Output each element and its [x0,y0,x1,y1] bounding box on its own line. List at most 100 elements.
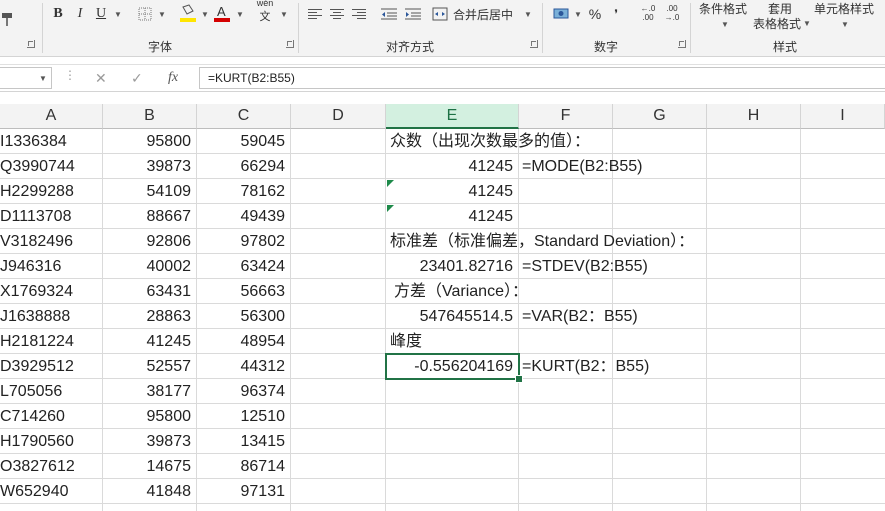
table-cell[interactable]: 39873 [103,429,197,454]
accounting-format-button[interactable] [552,3,572,25]
table-cell[interactable]: 88667 [103,204,197,229]
table-cell[interactable]: D3929512 [0,354,103,379]
align-left-button[interactable] [306,3,324,25]
alignment-launcher-icon[interactable] [530,40,538,48]
variance-value-cell[interactable]: 547645514.5 [386,304,519,329]
font-launcher-icon[interactable] [286,40,294,48]
table-cell[interactable]: 52557 [103,354,197,379]
table-cell[interactable]: 59045 [197,129,291,154]
fill-color-dropdown-icon[interactable]: ▼ [201,10,209,19]
increase-indent-button[interactable] [404,3,422,25]
font-color-button[interactable]: A [212,2,232,24]
table-cell[interactable]: 63424 [197,254,291,279]
table-cell[interactable]: 12510 [197,404,291,429]
format-painter-icon[interactable] [0,8,14,30]
comma-style-button[interactable]: ❜ [609,3,623,25]
column-header-f[interactable]: F [519,104,613,129]
name-box-dropdown-icon[interactable]: ▼ [39,74,47,83]
variance-label[interactable]: 方差（Variance）： [390,279,690,304]
column-header-d[interactable]: D [291,104,386,129]
cell-styles-button[interactable]: 单元格样式 [813,0,875,19]
borders-button[interactable] [136,3,154,25]
table-cell[interactable]: 40002 [103,254,197,279]
table-cell[interactable]: 28863 [103,304,197,329]
kurtosis-formula-cell[interactable]: =KURT(B2：B55) [518,354,718,379]
table-cell[interactable]: 86714 [197,454,291,479]
table-cell[interactable]: 13415 [197,429,291,454]
fill-handle[interactable] [515,375,523,383]
clipboard-launcher-icon[interactable] [27,40,35,48]
column-header-a[interactable]: A [0,104,103,129]
table-format-button[interactable]: 表格格式 [752,12,802,34]
increase-decimal-button[interactable]: ←.0.00 [638,2,658,24]
table-cell[interactable]: 41245 [103,329,197,354]
table-cell[interactable]: D1113708 [0,204,103,229]
table-cell[interactable]: 78162 [197,179,291,204]
font-color-dropdown-icon[interactable]: ▼ [236,10,244,19]
column-header-c[interactable]: C [197,104,291,129]
align-center-button[interactable] [328,3,346,25]
phonetic-guide-button[interactable]: wén 文 [254,0,276,23]
column-header-g[interactable]: G [613,104,707,129]
table-cell[interactable]: I1336384 [0,129,103,154]
column-header-h[interactable]: H [707,104,801,129]
conditional-format-dropdown-icon[interactable]: ▼ [721,20,729,29]
table-cell[interactable]: 66294 [197,154,291,179]
stdev-value-cell[interactable]: 23401.82716 [386,254,519,279]
conditional-format-button[interactable]: 条件格式 [698,0,748,19]
table-cell[interactable]: 39873 [103,154,197,179]
column-header-i[interactable]: I [801,104,885,129]
fill-color-button[interactable] [178,2,198,24]
table-cell[interactable]: 41848 [103,479,197,504]
table-cell[interactable]: 38177 [103,379,197,404]
table-cell[interactable]: 44312 [197,354,291,379]
underline-dropdown-icon[interactable]: ▼ [114,10,122,19]
table-cell[interactable]: 56300 [197,304,291,329]
mode-label[interactable]: 众数（出现次数最多的值）： [386,129,746,154]
table-format-dropdown-icon[interactable]: ▼ [803,19,811,28]
bold-button[interactable]: B [50,3,66,25]
table-cell[interactable]: 96374 [197,379,291,404]
name-box[interactable]: ▼ [0,67,52,89]
table-cell[interactable]: X1769324 [0,279,103,304]
table-cell[interactable]: H1790560 [0,429,103,454]
table-cell[interactable]: W652940 [0,479,103,504]
table-cell[interactable]: 49439 [197,204,291,229]
mode-value-cell[interactable]: 41245 [386,154,519,179]
mode-value-cell[interactable]: 41245 [386,179,519,204]
table-cell[interactable]: Q3990744 [0,154,103,179]
table-cell[interactable]: 54109 [103,179,197,204]
table-cell[interactable]: J946316 [0,254,103,279]
formula-input[interactable]: =KURT(B2:B55) [199,67,885,89]
merge-center-button[interactable]: 合并后居中 [432,3,522,25]
kurtosis-label[interactable]: 峰度 [386,329,506,354]
merge-dropdown-icon[interactable]: ▼ [524,10,532,19]
table-cell[interactable]: 97131 [197,479,291,504]
borders-dropdown-icon[interactable]: ▼ [158,10,166,19]
table-cell[interactable]: J1638888 [0,304,103,329]
underline-button[interactable]: U [93,3,109,25]
cancel-icon[interactable]: ✕ [95,70,107,87]
italic-button[interactable]: I [72,3,88,25]
stdev-formula-cell[interactable]: =STDEV(B2:B55) [518,254,718,279]
variance-formula-cell[interactable]: =VAR(B2：B55) [518,304,718,329]
table-cell[interactable]: V3182496 [0,229,103,254]
table-cell[interactable]: L705056 [0,379,103,404]
column-header-e[interactable]: E [386,104,519,129]
table-cell[interactable]: 63431 [103,279,197,304]
table-cell[interactable]: C714260 [0,404,103,429]
phonetic-dropdown-icon[interactable]: ▼ [280,10,288,19]
table-cell[interactable]: 95800 [103,404,197,429]
align-right-button[interactable] [350,3,368,25]
table-cell[interactable]: O3827612 [0,454,103,479]
number-launcher-icon[interactable] [678,40,686,48]
decrease-indent-button[interactable] [380,3,398,25]
stdev-label[interactable]: 标准差（标准偏差，Standard Deviation）： [386,229,806,254]
column-header-b[interactable]: B [103,104,197,129]
table-cell[interactable]: 48954 [197,329,291,354]
cell-styles-dropdown-icon[interactable]: ▼ [841,20,849,29]
table-cell[interactable]: 97802 [197,229,291,254]
table-cell[interactable]: 14675 [103,454,197,479]
table-cell[interactable]: H2181224 [0,329,103,354]
mode-value-cell[interactable]: 41245 [386,204,519,229]
